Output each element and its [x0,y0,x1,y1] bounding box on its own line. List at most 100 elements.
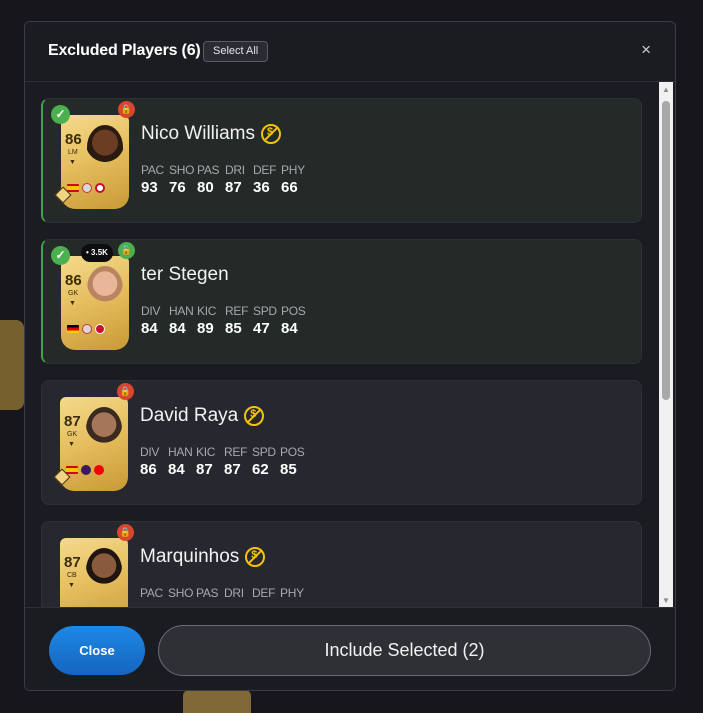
stat: HAN 84 [169,304,194,337]
stat: POS 84 [281,304,306,337]
close-button[interactable]: Close [49,626,145,675]
stat: PAC 93 [141,163,164,196]
lock-icon: 🔒 [117,524,134,541]
league-badge-icon [82,183,92,193]
stat-value: 62 [252,461,269,478]
stat-label: PHY [280,586,304,600]
lock-icon: 🔒 [117,383,134,400]
stat: PHY [280,586,304,600]
club-badge-icon [94,465,104,475]
player-rating: 87 [64,413,81,430]
stat-value: 85 [225,320,242,337]
player-rating: 86 [65,272,82,289]
stat: DEF 36 [253,163,277,196]
player-rating: 86 [65,131,82,148]
stat-value: 84 [141,320,158,337]
stat-value: 93 [141,179,158,196]
stat-label: DEF [252,586,276,600]
stat-label: KIC [196,445,216,459]
untradeable-icon [245,547,266,567]
player-position: GK [67,431,78,438]
stat: SPD 47 [253,304,277,337]
stat-label: REF [225,304,249,318]
player-portrait [86,548,122,592]
stat-value: 87 [224,461,241,478]
germany-flag-icon [67,325,79,333]
stat-value: 87 [196,461,213,478]
scrollbar-thumb[interactable] [662,101,670,400]
stat: REF 85 [225,304,249,337]
scroll-down-arrow-icon[interactable]: ▼ [662,596,670,605]
nation-league-club [67,324,105,334]
stat: DIV 86 [140,445,162,478]
player-row-marquinhos[interactable]: 87 CB ▼ 🔒 Marquinhos PAC SHO PAS DRI DEF… [41,521,642,607]
select-all-button[interactable]: Select All [203,41,269,62]
nation-league-club [67,183,105,193]
selected-check-icon[interactable]: ✓ [51,105,70,124]
stat-label: HAN [169,304,194,318]
player-stats: DIV 86 HAN 84 KIC 87 REF 87 SPD 62 POS 85 [140,445,305,478]
stat-label: POS [280,445,305,459]
club-badge-icon [95,183,105,193]
excluded-players-modal: Excluded Players (6) Select All × 86 LM … [24,21,676,691]
stat-label: PAS [196,586,219,600]
untradeable-icon [244,406,265,426]
stat: KIC 87 [196,445,218,478]
stat-value: 89 [197,320,214,337]
stat-label: HAN [168,445,193,459]
stat: PAS 80 [197,163,220,196]
league-badge-icon [82,324,92,334]
player-row-ter-stegen[interactable]: 86 GK ▼ ✓ • 3.5K 🔓 ter Stegen DIV 84 HAN 8… [41,239,642,364]
stat-label: DRI [224,586,244,600]
player-card: 87 CB ▼ [60,538,128,607]
stat-label: SPD [253,304,277,318]
stat-value: 66 [281,179,298,196]
stat-label: SHO [168,586,194,600]
close-icon[interactable]: × [641,40,651,60]
stat-label: DIV [141,304,161,318]
stat: SHO 76 [169,163,194,196]
include-selected-button[interactable]: Include Selected (2) [158,625,651,676]
chevron-down-icon: ▼ [69,159,76,166]
league-badge-icon [81,465,91,475]
spain-flag-icon [66,466,78,474]
stat-value: 84 [281,320,298,337]
player-name-text: Nico Williams [141,123,255,144]
stat-label: PAC [140,586,163,600]
price-badge: • 3.5K [81,244,113,262]
untradeable-icon [261,124,281,144]
player-stats: PAC 93 SHO 76 PAS 80 DRI 87 DEF 36 PHY 66 [141,163,305,196]
player-name-text: David Raya [140,405,239,426]
player-name: Marquinhos [140,546,266,568]
stat-label: DRI [225,163,245,177]
player-name: ter Stegen [141,264,229,286]
player-list: 86 LM ▼ ✓ 🔒 Nico Williams PAC 93 SHO 76 [25,83,675,607]
player-card: 87 GK ▼ [53,397,128,491]
stat-label: DEF [253,163,277,177]
stat-label: KIC [197,304,217,318]
chevron-down-icon: ▼ [68,441,75,448]
player-portrait [87,266,123,310]
player-stats: PAC SHO PAS DRI DEF PHY [140,586,304,600]
vertical-scrollbar[interactable]: ▲ ▼ [659,82,673,607]
player-position: LM [68,149,78,156]
background-player-card [183,690,251,713]
lock-icon: 🔒 [118,101,135,118]
stat: KIC 89 [197,304,219,337]
modal-title: Excluded Players (6) [48,42,201,59]
chevron-down-icon: ▼ [68,582,75,589]
stat: REF 87 [224,445,248,478]
player-name: David Raya [140,405,265,427]
player-name-text: Marquinhos [140,546,240,567]
scroll-up-arrow-icon[interactable]: ▲ [662,85,670,94]
stat-value: 84 [169,320,186,337]
player-portrait [87,125,123,169]
stat-value: 86 [140,461,157,478]
stat-label: DIV [140,445,160,459]
player-row-nico-williams[interactable]: 86 LM ▼ ✓ 🔒 Nico Williams PAC 93 SHO 76 [41,98,642,223]
stat-label: REF [224,445,248,459]
player-row-david-raya[interactable]: 87 GK ▼ 🔒 David Raya DIV 86 HAN 84 KIC 87 [41,380,642,505]
player-position: GK [68,290,79,297]
stat-label: POS [281,304,306,318]
selected-check-icon[interactable]: ✓ [51,246,70,265]
